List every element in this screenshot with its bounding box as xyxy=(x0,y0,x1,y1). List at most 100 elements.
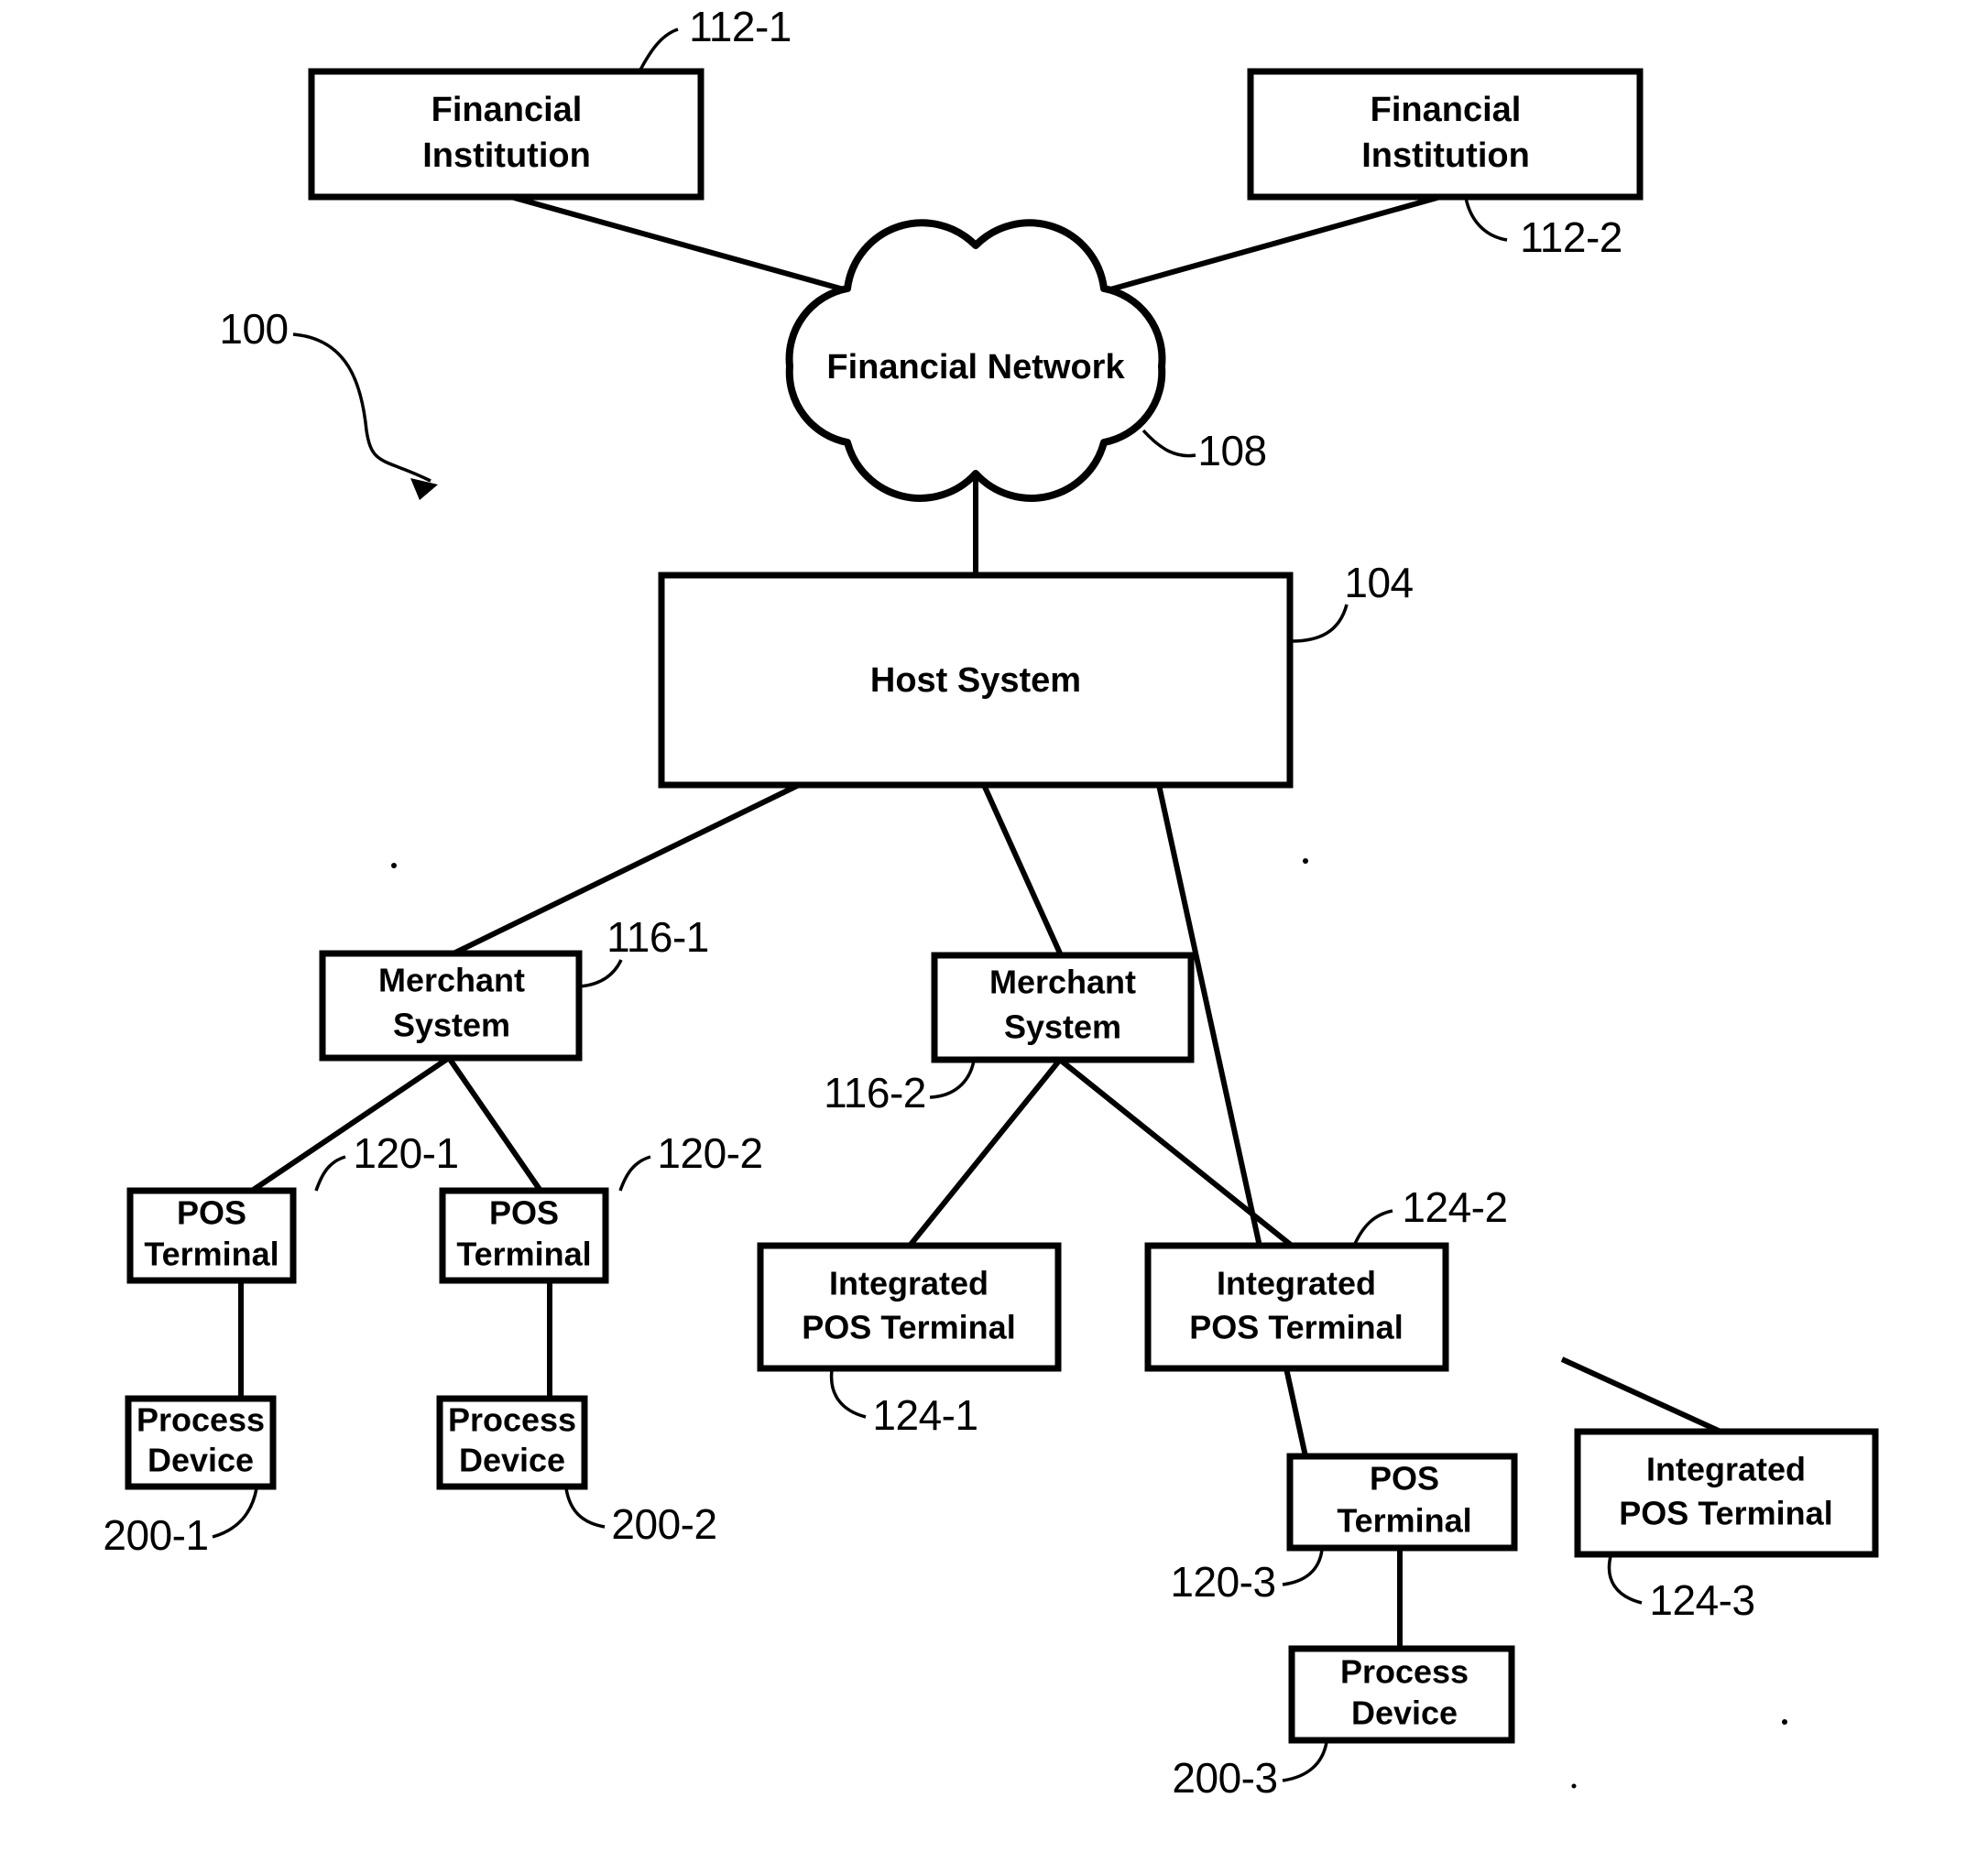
figure-ref-200-1: 200-1 xyxy=(103,1487,258,1559)
link-host-to-merchant2 xyxy=(981,783,1064,957)
merchant-system-1-node[interactable]: Merchant System xyxy=(319,950,583,1062)
speck-mark xyxy=(391,863,397,868)
figure-ref-112-2: 112-2 xyxy=(1464,197,1622,261)
merchant-system-2-label-line1: Merchant xyxy=(989,964,1136,1001)
financial-institution-1-label-line2: Institution xyxy=(422,136,591,175)
integrated-pos-terminal-1-label-line2: POS Terminal xyxy=(802,1309,1015,1346)
process-device-2-node[interactable]: Process Device xyxy=(436,1395,588,1490)
leader-108 xyxy=(1141,429,1196,458)
link-merchant2-to-ipos1 xyxy=(907,1058,1063,1247)
process-device-1-node[interactable]: Process Device xyxy=(125,1395,277,1490)
figure-ref-120-3: 120-3 xyxy=(1170,1549,1324,1606)
financial-network-node[interactable]: Financial Network xyxy=(785,219,1166,502)
merchant-system-1-label-line2: System xyxy=(393,1007,510,1044)
leader-116-2 xyxy=(929,1060,976,1099)
ref-label-124-2: 124-2 xyxy=(1402,1183,1507,1231)
speck-mark xyxy=(1303,858,1308,864)
leader-120-2 xyxy=(618,1155,651,1192)
financial-institution-1-label-line1: Financial xyxy=(431,91,583,129)
integrated-pos-terminal-3-label-line1: Integrated xyxy=(1646,1451,1806,1488)
patent-figure: Financial Network Financial Institution … xyxy=(0,0,1988,1852)
pos-terminal-2-node[interactable]: POS Terminal xyxy=(439,1187,609,1284)
integrated-pos-terminal-1-node[interactable]: Integrated POS Terminal xyxy=(757,1242,1062,1372)
pos-terminal-3-node[interactable]: POS Terminal xyxy=(1286,1453,1518,1552)
pos-terminal-2-label-line1: POS xyxy=(489,1194,559,1232)
integrated-pos-terminal-2-label-line1: Integrated xyxy=(1217,1265,1376,1302)
integrated-pos-terminal-1-label-line1: Integrated xyxy=(829,1265,989,1302)
ref-label-104: 104 xyxy=(1344,559,1413,606)
ref-label-116-2: 116-2 xyxy=(824,1069,926,1117)
process-device-3-label-line1: Process xyxy=(1340,1653,1469,1691)
figure-ref-200-3: 200-3 xyxy=(1172,1741,1328,1802)
host-system-node[interactable]: Host System xyxy=(658,572,1294,789)
figure-ref-120-2: 120-2 xyxy=(618,1129,763,1192)
leader-124-3 xyxy=(1607,1555,1643,1605)
link-host-to-integrated-pos3 xyxy=(1560,1356,1722,1434)
ref-label-200-1: 200-1 xyxy=(103,1511,208,1559)
figure-ref-120-1: 120-1 xyxy=(314,1129,459,1192)
leader-120-3 xyxy=(1282,1549,1324,1586)
leader-200-3 xyxy=(1282,1741,1328,1782)
integrated-pos-terminal-2-node[interactable]: Integrated POS Terminal xyxy=(1144,1242,1449,1372)
leader-124-2 xyxy=(1352,1209,1393,1247)
pos-terminal-1-label-line2: Terminal xyxy=(144,1236,279,1273)
link-merchant1-to-pos2 xyxy=(446,1056,543,1193)
process-device-1-label-line1: Process xyxy=(137,1401,265,1439)
financial-institution-1-node[interactable]: Financial Institution xyxy=(308,68,705,201)
leader-104 xyxy=(1291,604,1349,643)
process-device-2-label-line1: Process xyxy=(448,1401,576,1439)
figure-ref-116-1: 116-1 xyxy=(579,913,709,988)
pos-terminal-2-label-line2: Terminal xyxy=(456,1236,591,1273)
figure-ref-108: 108 xyxy=(1141,427,1267,474)
merchant-system-2-label-line2: System xyxy=(1004,1008,1121,1046)
ref-label-120-2: 120-2 xyxy=(657,1129,762,1177)
merchant-system-1-label-line1: Merchant xyxy=(378,962,525,999)
ref-label-120-1: 120-1 xyxy=(353,1129,458,1177)
ref-label-108: 108 xyxy=(1197,427,1266,474)
financial-network-label: Financial Network xyxy=(826,348,1125,387)
speck-mark xyxy=(1571,1783,1577,1789)
pos-terminal-3-label-line1: POS xyxy=(1370,1460,1439,1498)
leader-112-2 xyxy=(1464,197,1508,242)
host-system-label: Host System xyxy=(870,661,1081,700)
leader-124-1 xyxy=(829,1369,867,1419)
link-fi1-to-network xyxy=(510,194,851,294)
pos-terminal-1-label-line1: POS xyxy=(177,1194,246,1232)
pos-terminal-1-node[interactable]: POS Terminal xyxy=(126,1187,297,1284)
integrated-pos-terminal-3-label-line2: POS Terminal xyxy=(1619,1495,1832,1532)
financial-institution-2-node[interactable]: Financial Institution xyxy=(1247,68,1644,201)
leader-112-1 xyxy=(637,27,679,74)
leader-200-1 xyxy=(212,1487,258,1539)
ref-label-120-3: 120-3 xyxy=(1170,1558,1275,1606)
leader-100 xyxy=(292,332,431,483)
financial-institution-2-label-line1: Financial xyxy=(1371,91,1522,129)
figure-ref-112-1: 112-1 xyxy=(637,3,792,74)
pos-terminal-3-label-line2: Terminal xyxy=(1337,1502,1471,1540)
figure-ref-124-3: 124-3 xyxy=(1607,1555,1755,1624)
ref-label-112-2: 112-2 xyxy=(1520,213,1622,261)
ref-label-116-1: 116-1 xyxy=(606,913,709,961)
leader-116-1 xyxy=(579,959,623,988)
arrowhead-100 xyxy=(410,478,438,500)
ref-label-124-1: 124-1 xyxy=(872,1391,978,1439)
merchant-system-2-node[interactable]: Merchant System xyxy=(931,952,1195,1063)
figure-ref-200-2: 200-2 xyxy=(564,1487,717,1548)
ref-label-200-2: 200-2 xyxy=(611,1500,716,1548)
link-fi2-to-network xyxy=(1103,194,1441,294)
ref-label-100: 100 xyxy=(219,305,288,353)
ref-label-200-3: 200-3 xyxy=(1172,1754,1277,1802)
figure-ref-124-1: 124-1 xyxy=(829,1369,978,1439)
leader-200-2 xyxy=(564,1487,606,1529)
figure-ref-116-2: 116-2 xyxy=(824,1060,976,1117)
ref-label-124-3: 124-3 xyxy=(1649,1576,1754,1624)
process-device-1-label-line2: Device xyxy=(147,1442,254,1479)
process-device-3-node[interactable]: Process Device xyxy=(1288,1645,1515,1744)
system-diagram-canvas: Financial Network Financial Institution … xyxy=(103,3,1879,1802)
figure-ref-100: 100 xyxy=(219,305,438,500)
integrated-pos-terminal-2-label-line2: POS Terminal xyxy=(1189,1309,1403,1346)
link-merchant2-to-ipos2 xyxy=(1058,1057,1294,1248)
ref-label-112-1: 112-1 xyxy=(689,3,792,50)
integrated-pos-terminal-3-node[interactable]: Integrated POS Terminal xyxy=(1574,1428,1879,1558)
speck-mark xyxy=(1782,1719,1787,1725)
process-device-3-label-line2: Device xyxy=(1351,1694,1458,1732)
